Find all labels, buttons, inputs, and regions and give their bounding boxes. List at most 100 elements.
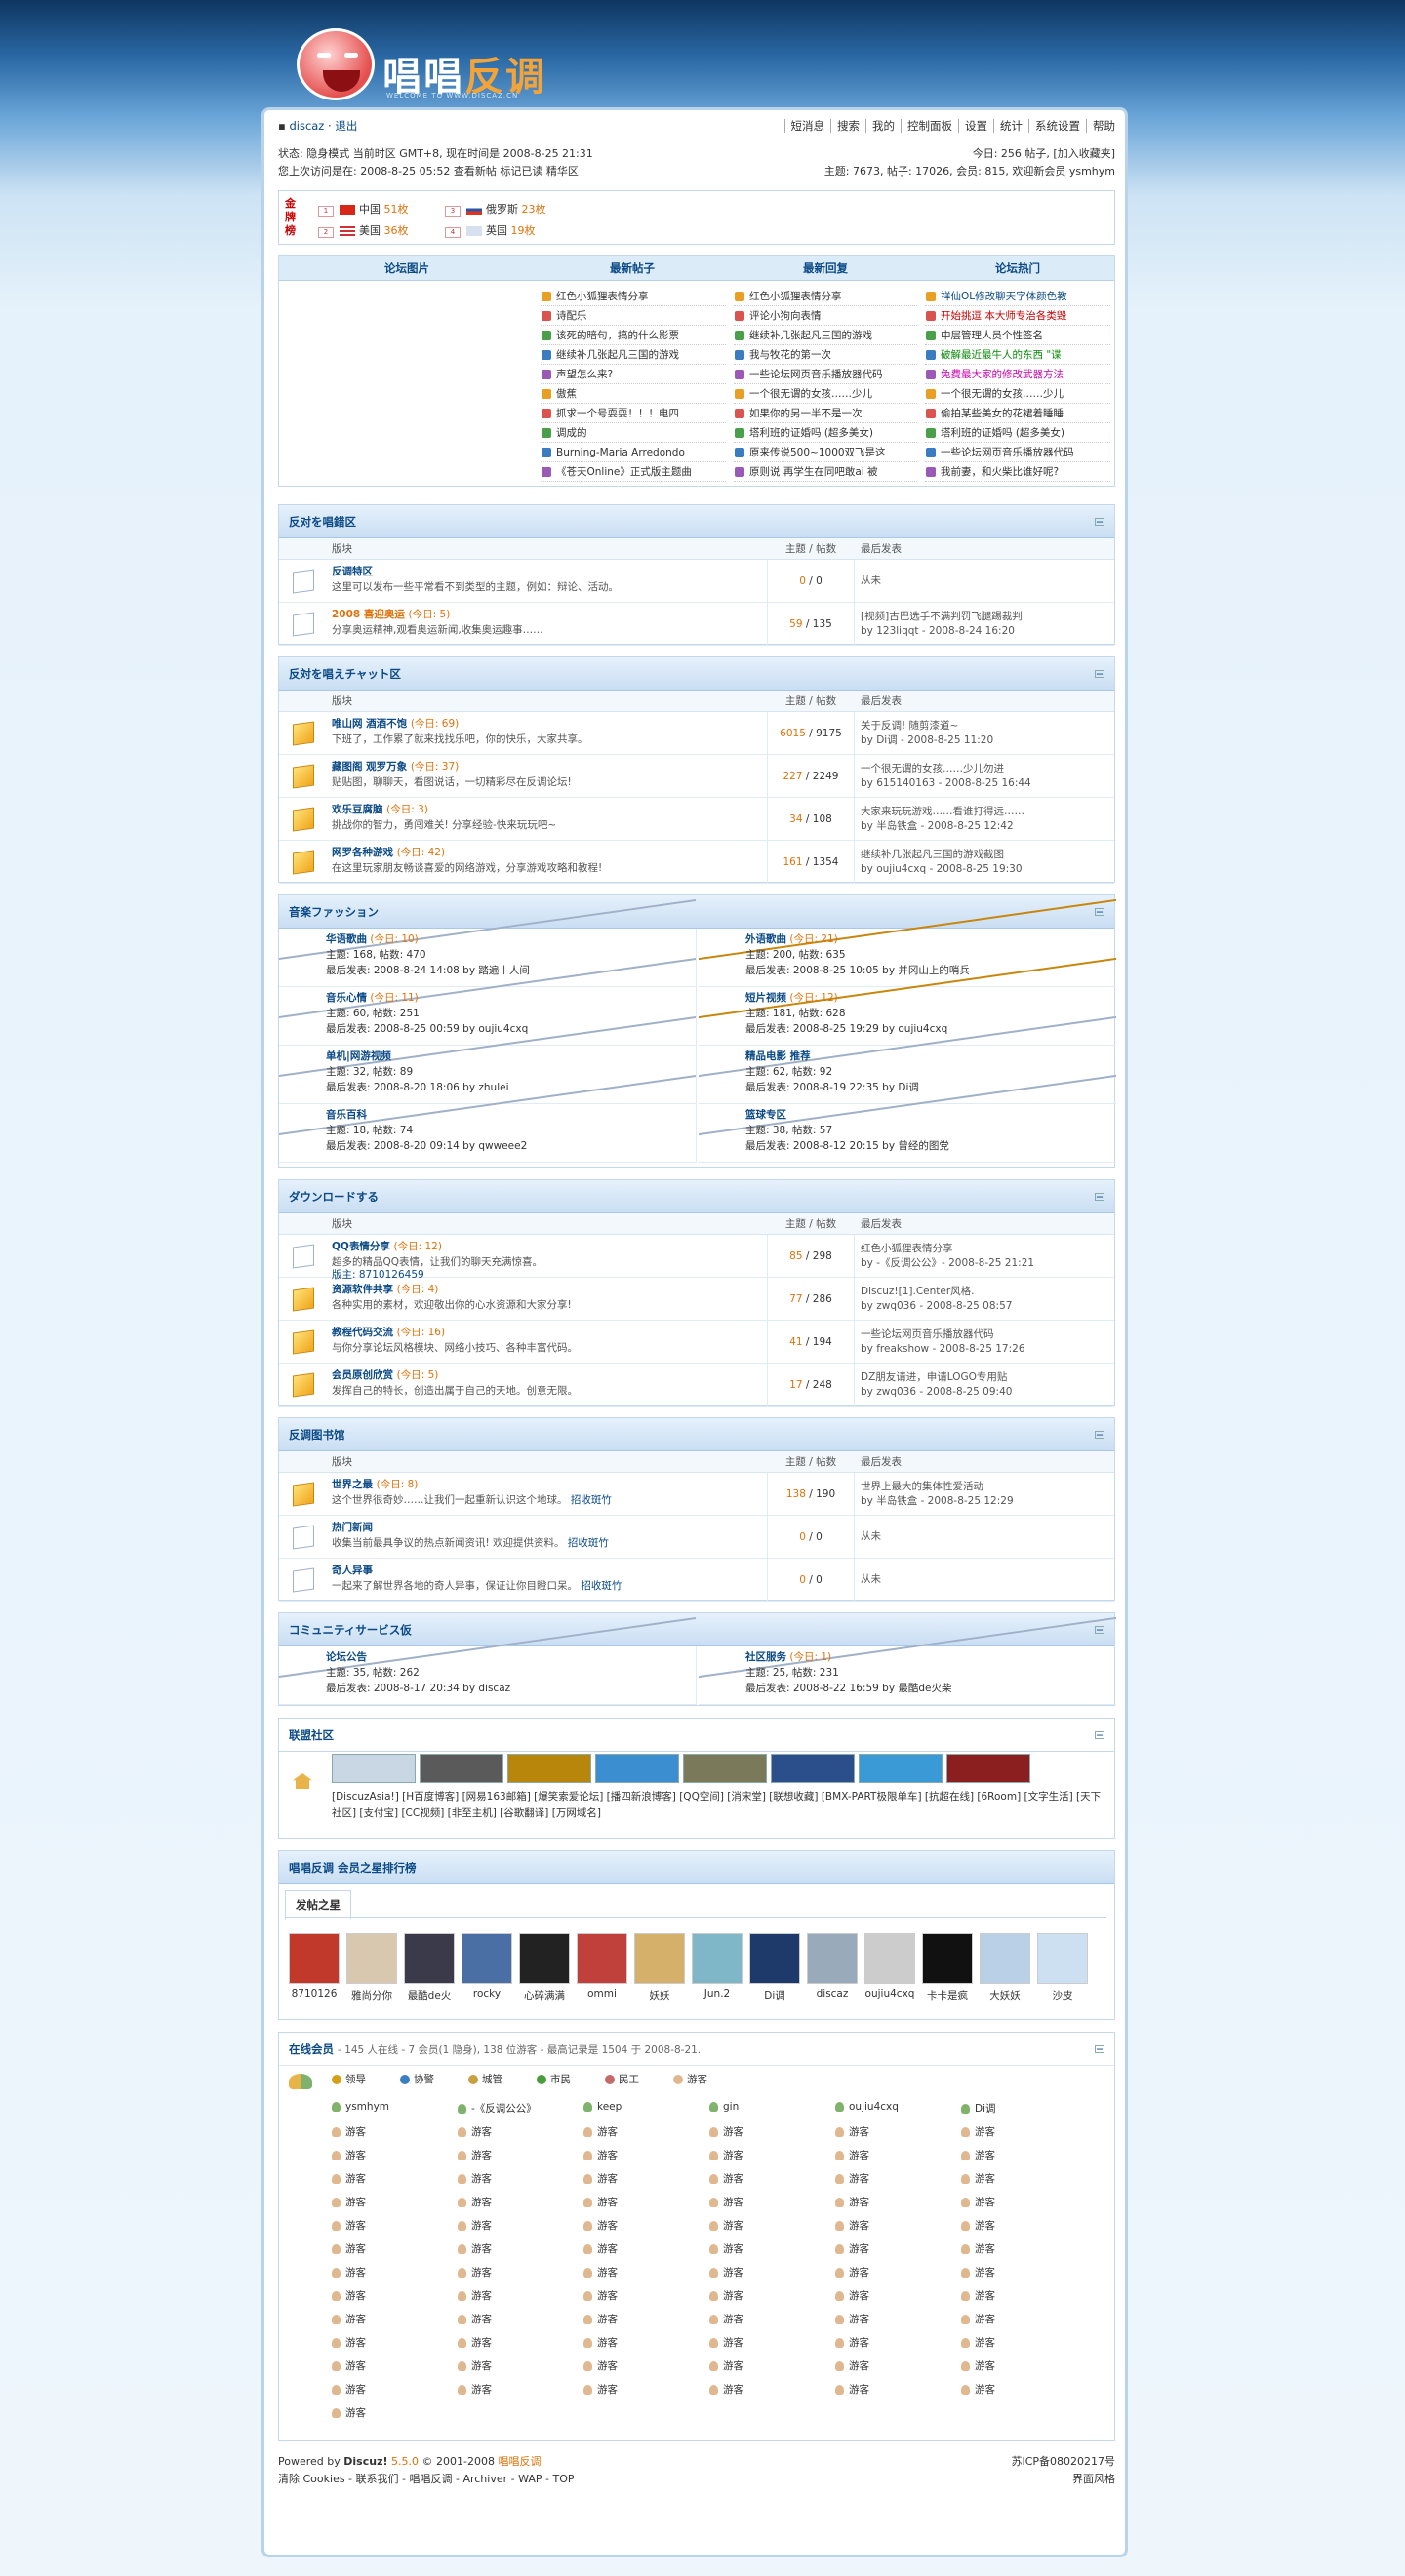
- collapse-icon[interactable]: —: [1095, 1193, 1104, 1201]
- top-menu-item[interactable]: 搜索: [830, 119, 860, 133]
- collapse-icon[interactable]: —: [1095, 908, 1104, 916]
- style-select[interactable]: 界面风格: [1011, 2471, 1115, 2488]
- hot-list-item[interactable]: 开始挑逗 本大师专治各类毁: [925, 306, 1110, 326]
- tab-latest-replies[interactable]: 最新回复: [730, 256, 921, 281]
- star-name[interactable]: 最酷de火: [402, 1988, 457, 2002]
- last-post[interactable]: 一些论坛网页音乐播放器代码 by freakshow - 2008-8-25 17…: [855, 1328, 1025, 1357]
- forum-name[interactable]: 短片视频 (今日: 12): [745, 990, 947, 1006]
- last-post[interactable]: 最后发表: 2008-8-20 18:06 by zhulei: [326, 1080, 508, 1095]
- section-title[interactable]: コミュニティサービス仮 —: [279, 1613, 1114, 1646]
- footer-links[interactable]: 清除 Cookies - 联系我们 - 唱唱反调 - Archiver - WA…: [278, 2471, 1115, 2488]
- forum-name[interactable]: 奇人异事: [332, 1563, 373, 1577]
- hot-list-item[interactable]: 中层管理人员个性签名: [925, 326, 1110, 345]
- hot-list-item[interactable]: 如果你的另一半不是一次: [734, 404, 917, 423]
- last-post[interactable]: 关于反调! 随剪漆道~ by Di调 - 2008-8-25 11:20: [855, 719, 993, 748]
- hot-list-item[interactable]: 塔利班的证婚吗 (超多美女): [734, 423, 917, 443]
- top-menu-item[interactable]: 统计: [993, 119, 1023, 133]
- avatar[interactable]: [980, 1933, 1030, 1984]
- last-post[interactable]: 最后发表: 2008-8-25 10:05 by 并冈山上的哨兵: [745, 963, 970, 978]
- site-logo[interactable]: 唱唱反调 WELCOME TO WWW.DISCAZ.CN: [293, 25, 576, 103]
- top-menu-item[interactable]: 我的: [865, 119, 895, 133]
- last-post[interactable]: 最后发表: 2008-8-24 14:08 by 踏遍丨人间: [326, 963, 530, 978]
- avatar[interactable]: [1037, 1933, 1088, 1984]
- forum-name[interactable]: 2008 喜迎奥运 (今日: 5): [332, 607, 450, 621]
- star-name[interactable]: 沙皮: [1035, 1988, 1090, 2002]
- partner-logo[interactable]: [332, 1754, 416, 1783]
- hot-list-item[interactable]: 一些论坛网页音乐播放器代码: [734, 365, 917, 384]
- section-title[interactable]: 反对を唱錯区 —: [279, 505, 1114, 538]
- hot-list-item[interactable]: 继续补几张起凡三国的游戏: [541, 345, 726, 365]
- section-title[interactable]: 反调图书馆 —: [279, 1418, 1114, 1451]
- forum-name[interactable]: 热门新闻: [332, 1520, 373, 1534]
- forum-name[interactable]: 社区服务 (今日: 1): [745, 1649, 952, 1665]
- forum-name[interactable]: 音乐心情 (今日: 11): [326, 990, 528, 1006]
- tab-forum-images[interactable]: 论坛图片: [279, 256, 535, 281]
- forum-name[interactable]: QQ表情分享 (今日: 12): [332, 1239, 442, 1253]
- last-post[interactable]: 从未: [855, 574, 881, 588]
- star-name[interactable]: ommi: [575, 1988, 629, 2000]
- last-post[interactable]: 大家来玩玩游戏……看谁打得远…… by 半岛铁盒 - 2008-8-25 12:4…: [855, 805, 1024, 834]
- last-post[interactable]: 红色小狐狸表情分享 by -《反调公公》- 2008-8-25 21:21: [855, 1242, 1034, 1271]
- star-name[interactable]: 8710126: [287, 1988, 341, 2000]
- recruit-link[interactable]: 招收斑竹: [568, 1537, 609, 1549]
- hot-list-item[interactable]: 一个很无谓的女孩……少儿: [734, 384, 917, 404]
- online-member[interactable]: -《反调公公》: [458, 2101, 537, 2116]
- avatar[interactable]: [289, 1933, 340, 1984]
- avatar[interactable]: [634, 1933, 685, 1984]
- avatar[interactable]: [692, 1933, 743, 1984]
- last-post[interactable]: 从未: [855, 1572, 881, 1587]
- star-name[interactable]: rocky: [460, 1988, 514, 2000]
- collapse-icon[interactable]: —: [1095, 1431, 1104, 1439]
- avatar[interactable]: [749, 1933, 800, 1984]
- last-post[interactable]: 继续补几张起凡三国的游戏截图 by oujiu4cxq - 2008-8-25 1…: [855, 848, 1023, 877]
- avatar[interactable]: [404, 1933, 455, 1984]
- forum-name[interactable]: 藏图阁 观罗万象 (今日: 37): [332, 759, 459, 773]
- recruit-link[interactable]: 招收斑竹: [571, 1494, 612, 1506]
- last-post[interactable]: 世界上最大的集体性爱活动 by 半岛铁盒 - 2008-8-25 12:29: [855, 1480, 1014, 1509]
- star-name[interactable]: discaz: [805, 1988, 860, 2000]
- star-name[interactable]: 大妖妖: [978, 1988, 1032, 2002]
- last-post[interactable]: 最后发表: 2008-8-25 19:29 by oujiu4cxq: [745, 1021, 947, 1037]
- star-name[interactable]: 卡卡是疯: [920, 1988, 975, 2002]
- online-member[interactable]: keep: [583, 2101, 622, 2113]
- forum-name[interactable]: 世界之最 (今日: 8): [332, 1477, 418, 1491]
- star-name[interactable]: oujiu4cxq: [863, 1988, 917, 2000]
- forum-name[interactable]: 单机|网游视频: [326, 1049, 508, 1064]
- last-post[interactable]: 最后发表: 2008-8-12 20:15 by 曾经的图党: [745, 1138, 949, 1154]
- hot-list-item[interactable]: 评论小狗向表情: [734, 306, 917, 326]
- star-name[interactable]: Jun.2: [690, 1988, 744, 2000]
- online-member[interactable]: oujiu4cxq: [835, 2101, 899, 2113]
- last-post[interactable]: 最后发表: 2008-8-22 16:59 by 最酷de火柴: [745, 1681, 952, 1696]
- tab-hot-topics[interactable]: 论坛热门: [921, 256, 1114, 281]
- last-post[interactable]: 最后发表: 2008-8-20 09:14 by qwweee2: [326, 1138, 527, 1154]
- online-member[interactable]: Di调: [961, 2101, 996, 2116]
- hot-list-item[interactable]: 祥仙OL修改聊天字体颜色教: [925, 287, 1110, 306]
- forum-name[interactable]: 欢乐豆腐脑 (今日: 3): [332, 802, 428, 816]
- avatar[interactable]: [864, 1933, 915, 1984]
- partner-logo[interactable]: [771, 1754, 855, 1783]
- section-title[interactable]: 反対を唱えチャット区 —: [279, 657, 1114, 691]
- username-link[interactable]: discaz: [289, 119, 324, 133]
- hot-list-item[interactable]: 声望怎么来?: [541, 365, 726, 384]
- last-post[interactable]: 一个很无谓的女孩……少儿勿进 by 615140163 - 2008-8-25 1…: [855, 762, 1031, 791]
- avatar[interactable]: [577, 1933, 627, 1984]
- partner-logo[interactable]: [507, 1754, 591, 1783]
- forum-name[interactable]: 教程代码交流 (今日: 16): [332, 1325, 445, 1339]
- hot-list-item[interactable]: Burning-Maria Arredondo: [541, 443, 726, 462]
- forum-name[interactable]: 外语歌曲 (今日: 21): [745, 931, 970, 947]
- star-name[interactable]: 雅尚分你: [344, 1988, 399, 2002]
- hot-list-item[interactable]: 该死的暗句，搞的什么影票: [541, 326, 726, 345]
- forum-name[interactable]: 华语歌曲 (今日: 10): [326, 931, 530, 947]
- hot-list-item[interactable]: 我与牧花的第一次: [734, 345, 917, 365]
- hot-list-item[interactable]: 原则说 再学生在同吧敢ai 被: [734, 462, 917, 482]
- partner-logo[interactable]: [683, 1754, 767, 1783]
- star-name[interactable]: 心碎满满: [517, 1988, 572, 2002]
- hot-list-item[interactable]: 破解最近最牛人的东西 "谍: [925, 345, 1110, 365]
- avatar[interactable]: [922, 1933, 973, 1984]
- forum-name[interactable]: 篮球专区: [745, 1107, 949, 1123]
- forum-name[interactable]: 反调特区: [332, 564, 373, 578]
- online-member[interactable]: ysmhym: [332, 2101, 389, 2113]
- hot-list-item[interactable]: 红色小狐狸表情分享: [541, 287, 726, 306]
- last-post[interactable]: 最后发表: 2008-8-25 00:59 by oujiu4cxq: [326, 1021, 528, 1037]
- hot-list-item[interactable]: 原来传说500~1000双飞是这: [734, 443, 917, 462]
